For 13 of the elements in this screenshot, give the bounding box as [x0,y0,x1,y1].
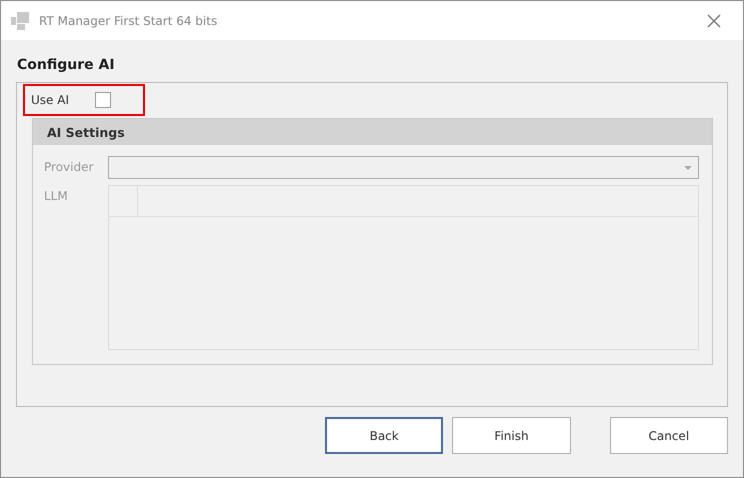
app-icon [11,12,31,30]
section-heading: Configure AI [17,57,116,75]
dialog-button[interactable]: Back [325,417,444,454]
dialog-button[interactable]: Cancel [610,417,728,454]
group-header: AI Settings [33,119,712,145]
window-title: RT Manager First Start 64 bits [39,14,218,28]
use-ai-checkbox[interactable] [94,92,111,108]
dialog-button[interactable]: Finish [452,417,571,454]
close-icon[interactable] [707,14,721,28]
use-ai-label: Use AI [31,93,69,107]
llm-label: LLM [44,189,68,203]
caret-icon [684,166,692,170]
provider-label: Provider [44,160,94,174]
